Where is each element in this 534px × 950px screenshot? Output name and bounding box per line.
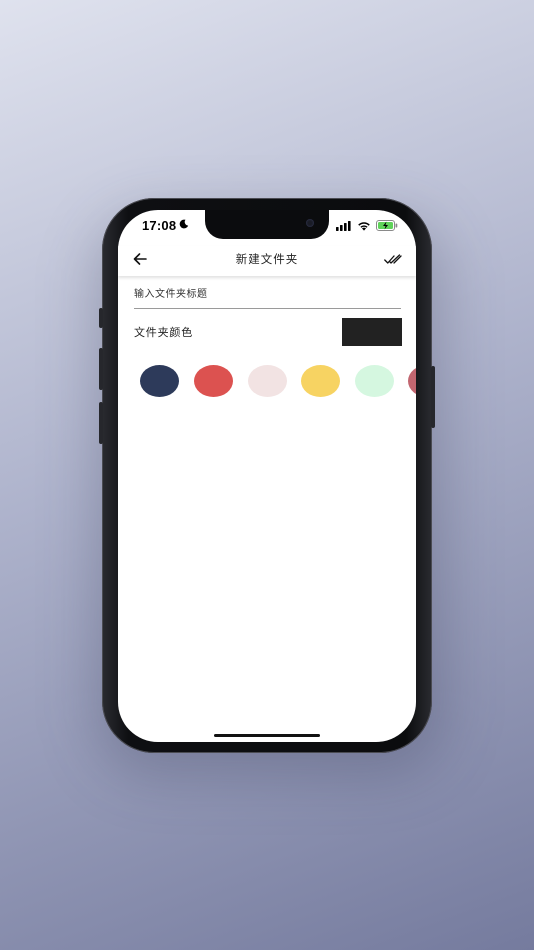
status-time: 17:08 bbox=[142, 218, 177, 233]
color-swatch[interactable] bbox=[301, 365, 340, 397]
color-swatch-list bbox=[140, 365, 416, 397]
color-swatch[interactable] bbox=[194, 365, 233, 397]
moon-icon bbox=[179, 219, 189, 229]
confirm-double-check-icon[interactable] bbox=[384, 251, 402, 267]
color-swatch[interactable] bbox=[140, 365, 179, 397]
side-button-volume-down bbox=[99, 402, 103, 444]
folder-color-label: 文件夹颜色 bbox=[134, 326, 193, 339]
color-swatch[interactable] bbox=[248, 365, 287, 397]
side-button-power bbox=[431, 366, 435, 428]
color-swatch[interactable] bbox=[408, 365, 416, 397]
app-screen: 17:08 新建文件夹 输入文件夹标题 文件夹颜色 bbox=[118, 210, 416, 742]
navigation-bar: 新建文件夹 bbox=[118, 246, 416, 276]
signal-icon bbox=[336, 220, 351, 231]
camera-icon bbox=[306, 219, 314, 227]
page-title: 新建文件夹 bbox=[235, 252, 299, 266]
battery-charging-icon bbox=[376, 220, 398, 231]
status-icons bbox=[336, 220, 398, 231]
wifi-icon bbox=[358, 221, 370, 231]
folder-title-input[interactable] bbox=[134, 284, 401, 309]
color-swatch[interactable] bbox=[355, 365, 394, 397]
notch bbox=[205, 210, 329, 239]
home-indicator[interactable] bbox=[214, 734, 320, 737]
selected-color-preview[interactable] bbox=[342, 318, 402, 346]
side-button-mute bbox=[99, 308, 103, 328]
side-button-volume-up bbox=[99, 348, 103, 390]
